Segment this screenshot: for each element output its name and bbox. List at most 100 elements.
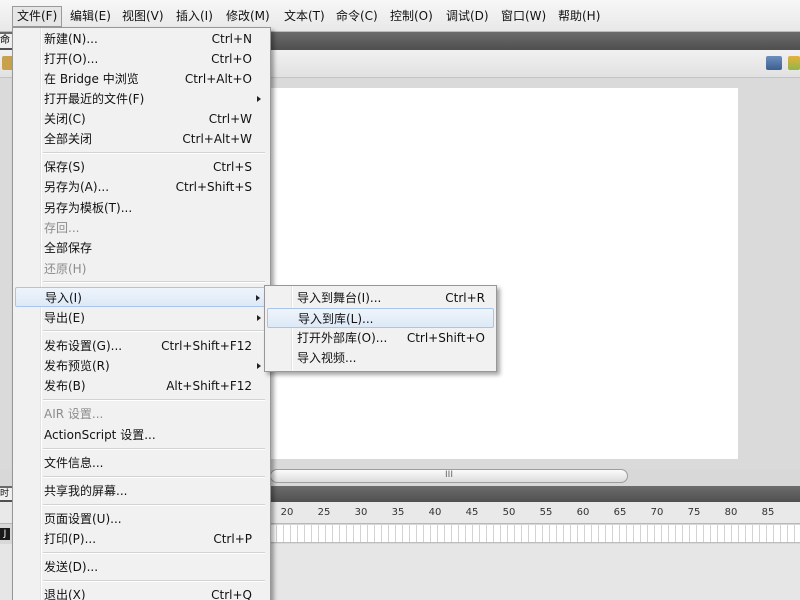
- menu-browse-in-bridge[interactable]: 在 Bridge 中浏览 Ctrl+Alt+O: [15, 69, 268, 89]
- menu-label: 导入视频...: [297, 351, 357, 365]
- menu-air-settings: AIR 设置...: [15, 404, 268, 424]
- ruler-label: 85: [761, 507, 775, 518]
- menu-label: 新建(N)...: [44, 32, 98, 46]
- menu-import[interactable]: 导入(I): [15, 287, 268, 307]
- menu-label: 导入(I): [45, 291, 82, 305]
- menu-open-recent[interactable]: 打开最近的文件(F): [15, 89, 268, 109]
- ruler-label: 20: [280, 507, 294, 518]
- ruler-label: 45: [465, 507, 479, 518]
- stage-canvas[interactable]: [270, 88, 738, 459]
- menu-label: AIR 设置...: [44, 407, 104, 421]
- menu-close[interactable]: 关闭(C) Ctrl+W: [15, 109, 268, 129]
- menu-shortcut: Ctrl+N: [211, 32, 252, 46]
- horizontal-scrollbar[interactable]: III: [270, 469, 628, 483]
- menu-shortcut: Alt+Shift+F12: [166, 379, 252, 393]
- menu-save[interactable]: 保存(S) Ctrl+S: [15, 157, 268, 177]
- edit-symbol-icon[interactable]: [788, 56, 800, 70]
- menu-shortcut: Ctrl+Shift+O: [406, 331, 485, 345]
- submenu-import-video[interactable]: 导入视频...: [267, 348, 494, 368]
- menu-page-setup[interactable]: 页面设置(U)...: [15, 509, 268, 529]
- ruler-label: 60: [576, 507, 590, 518]
- menu-print[interactable]: 打印(P)... Ctrl+P: [15, 529, 268, 549]
- menu-debug[interactable]: 调试(D): [441, 6, 494, 27]
- menu-exit[interactable]: 退出(X) Ctrl+Q: [15, 585, 268, 600]
- menu-publish[interactable]: 发布(B) Alt+Shift+F12: [15, 376, 268, 396]
- menu-publish-preview[interactable]: 发布预览(R): [15, 356, 268, 376]
- menu-label: 另存为模板(T)...: [44, 201, 133, 215]
- menu-label: 发布(B): [44, 379, 86, 393]
- menu-separator: [43, 152, 265, 154]
- submenu-arrow-icon: [257, 315, 261, 321]
- menu-label: 文件信息...: [44, 456, 104, 470]
- menu-shortcut: Ctrl+W: [208, 112, 252, 126]
- submenu-arrow-icon: [257, 96, 261, 102]
- menu-label: 在 Bridge 中浏览: [44, 72, 139, 86]
- edit-scene-icon[interactable]: [766, 56, 782, 70]
- menu-open[interactable]: 打开(O)... Ctrl+O: [15, 49, 268, 69]
- menu-export[interactable]: 导出(E): [15, 308, 268, 328]
- menu-modify[interactable]: 修改(M): [221, 6, 275, 27]
- menu-shortcut: Ctrl+Alt+W: [182, 132, 252, 146]
- menu-edit[interactable]: 编辑(E): [65, 6, 116, 27]
- menu-label: 打开(O)...: [44, 52, 99, 66]
- menu-actionscript-settings[interactable]: ActionScript 设置...: [15, 425, 268, 445]
- ruler-label: 30: [354, 507, 368, 518]
- scroll-grip: III: [445, 470, 453, 480]
- menu-label: 还原(H): [44, 262, 87, 276]
- menu-new[interactable]: 新建(N)... Ctrl+N: [15, 29, 268, 49]
- menu-file-info[interactable]: 文件信息...: [15, 453, 268, 473]
- menu-separator: [43, 476, 265, 478]
- menu-shortcut: Ctrl+P: [213, 532, 252, 546]
- menu-insert[interactable]: 插入(I): [171, 6, 218, 27]
- menu-shortcut: Ctrl+S: [212, 160, 252, 174]
- submenu-import-to-library[interactable]: 导入到库(L)...: [267, 308, 494, 328]
- menu-view[interactable]: 视图(V): [117, 6, 169, 27]
- menu-check-in: 存回...: [15, 218, 268, 238]
- menu-control[interactable]: 控制(O): [385, 6, 438, 27]
- menu-close-all[interactable]: 全部关闭 Ctrl+Alt+W: [15, 129, 268, 149]
- menu-text[interactable]: 文本(T): [279, 6, 330, 27]
- menu-label: 打印(P)...: [44, 532, 97, 546]
- menu-send[interactable]: 发送(D)...: [15, 557, 268, 577]
- menu-window[interactable]: 窗口(W): [496, 6, 551, 27]
- menu-label: 打开最近的文件(F): [44, 92, 145, 106]
- menu-label: 发布预览(R): [44, 359, 110, 373]
- timeline-frames[interactable]: [270, 525, 800, 543]
- menu-label: 另存为(A)...: [44, 180, 110, 194]
- menu-separator: [43, 552, 265, 554]
- submenu-open-external-library[interactable]: 打开外部库(O)... Ctrl+Shift+O: [267, 328, 494, 348]
- menu-share-screen[interactable]: 共享我的屏幕...: [15, 481, 268, 501]
- ruler-label: 55: [539, 507, 553, 518]
- menu-save-as[interactable]: 另存为(A)... Ctrl+Shift+S: [15, 177, 268, 197]
- layer-icon[interactable]: J: [0, 528, 10, 540]
- menu-commands[interactable]: 命令(C): [331, 6, 383, 27]
- menu-separator: [43, 330, 265, 332]
- menu-help[interactable]: 帮助(H): [553, 6, 605, 27]
- menu-label: 发送(D)...: [44, 560, 99, 574]
- menu-shortcut: Ctrl+Alt+O: [184, 72, 252, 86]
- menu-separator: [43, 504, 265, 506]
- menu-revert: 还原(H): [15, 259, 268, 279]
- menu-label: 导入到库(L)...: [298, 312, 374, 326]
- menu-label: 共享我的屏幕...: [44, 484, 128, 498]
- ruler-label: 40: [428, 507, 442, 518]
- menu-separator: [43, 448, 265, 450]
- submenu-import-to-stage[interactable]: 导入到舞台(I)... Ctrl+R: [267, 288, 494, 308]
- menu-file[interactable]: 文件(F): [12, 6, 63, 27]
- menu-label: 全部保存: [44, 241, 93, 255]
- menu-save-all[interactable]: 全部保存: [15, 238, 268, 258]
- menu-publish-settings[interactable]: 发布设置(G)... Ctrl+Shift+F12: [15, 336, 268, 356]
- menu-shortcut: Ctrl+Shift+S: [175, 180, 252, 194]
- menu-label: 存回...: [44, 221, 80, 235]
- menu-separator: [43, 580, 265, 582]
- menu-label: ActionScript 设置...: [44, 428, 156, 442]
- ruler-label: 65: [613, 507, 627, 518]
- import-submenu: 导入到舞台(I)... Ctrl+R 导入到库(L)... 打开外部库(O)..…: [264, 285, 497, 372]
- menu-label: 关闭(C): [44, 112, 86, 126]
- timeline-tab[interactable]: 时间轴: [0, 488, 12, 500]
- menu-separator: [43, 399, 265, 401]
- menu-label: 导出(E): [44, 311, 85, 325]
- menu-shortcut: Ctrl+O: [211, 52, 252, 66]
- menu-save-as-template[interactable]: 另存为模板(T)...: [15, 198, 268, 218]
- menu-shortcut: Ctrl+Q: [211, 588, 252, 600]
